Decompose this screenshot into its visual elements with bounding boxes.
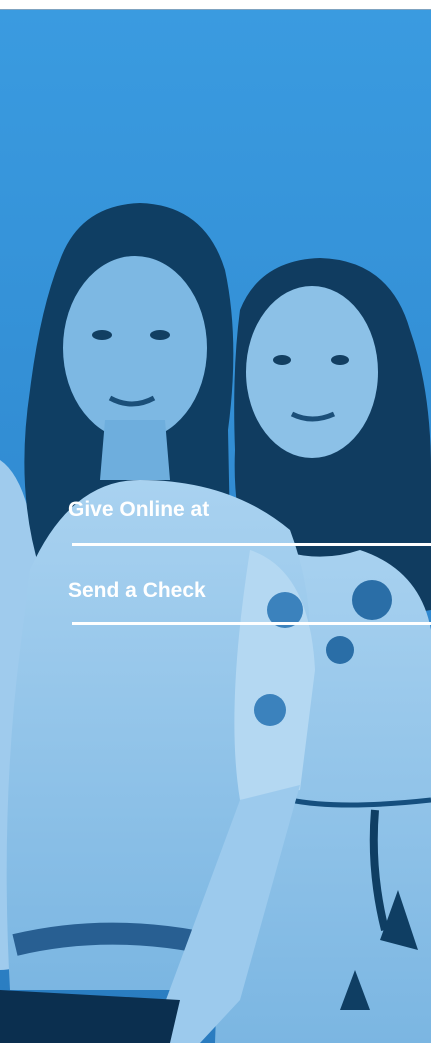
woman2-face: [246, 286, 378, 458]
top-header-strip: [0, 0, 431, 10]
woman1-face: [63, 256, 207, 440]
divider-line: [72, 622, 431, 625]
woman1-neck: [100, 420, 170, 480]
give-online-option[interactable]: Give Online at: [68, 498, 209, 522]
hero-photo-group: [0, 10, 431, 1043]
hero-illustration: [0, 10, 431, 1043]
divider-line: [72, 543, 431, 546]
send-check-option[interactable]: Send a Check: [68, 579, 206, 603]
